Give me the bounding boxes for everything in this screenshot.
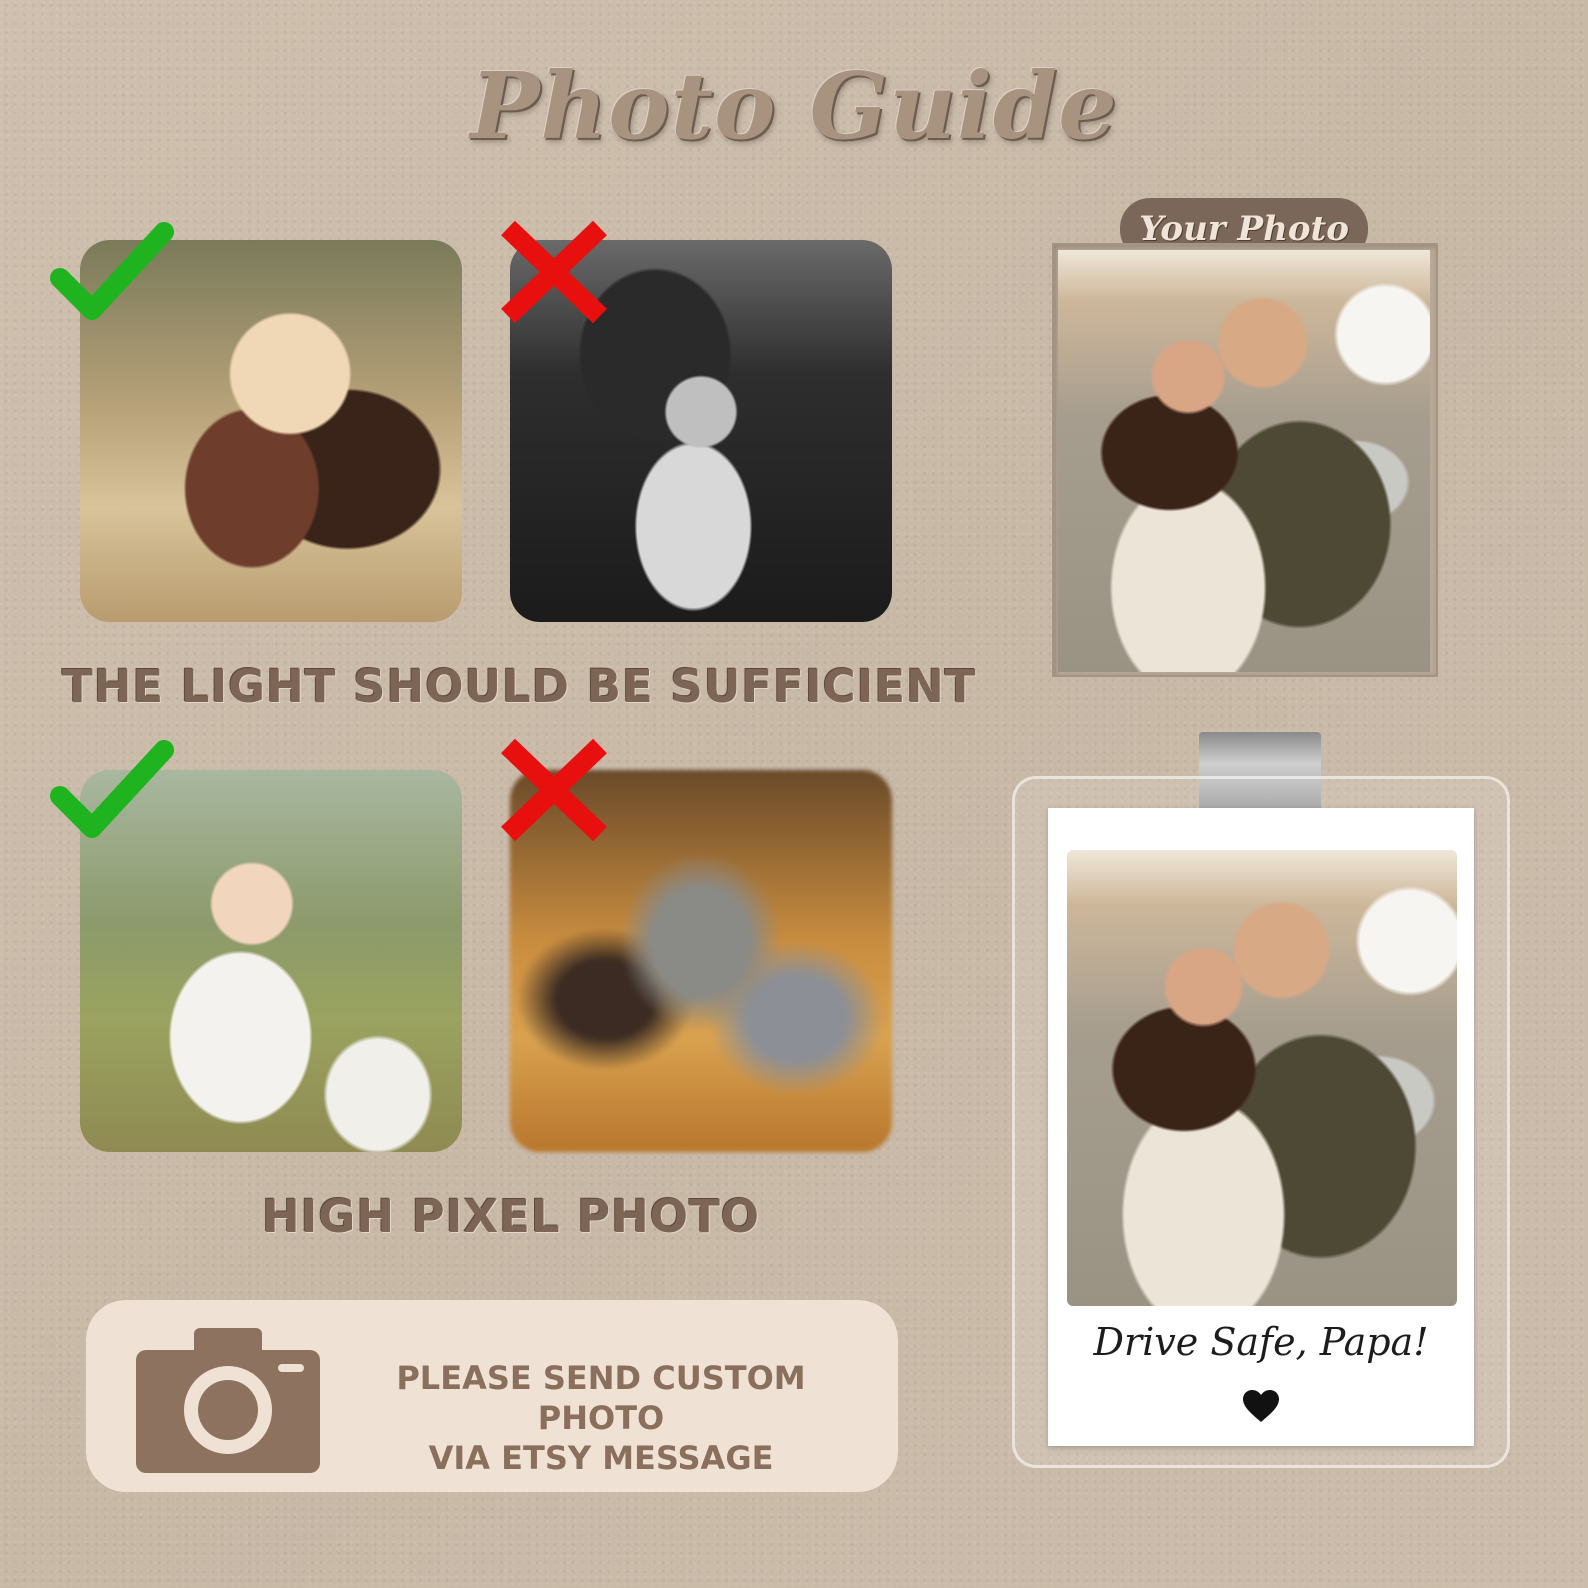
page-title: Photo Guide [470, 52, 1118, 160]
pixel-caption: HIGH PIXEL PHOTO [262, 1190, 761, 1243]
check-icon [50, 222, 174, 320]
card-message: Drive Safe, Papa! [1093, 1320, 1429, 1364]
check-icon [50, 740, 174, 838]
note-line-2: VIA ETSY MESSAGE [428, 1439, 774, 1477]
note-text: PLEASE SEND CUSTOM PHOTO VIA ETSY MESSAG… [331, 1358, 871, 1478]
card-photo-image [1067, 850, 1457, 1306]
cross-icon [501, 220, 607, 324]
your-photo-image [1058, 250, 1430, 672]
message-note-panel: PLEASE SEND CUSTOM PHOTO VIA ETSY MESSAG… [86, 1300, 898, 1492]
light-caption: THE LIGHT SHOULD BE SUFFICIENT [62, 660, 977, 713]
note-line-1: PLEASE SEND CUSTOM PHOTO [396, 1359, 806, 1437]
cross-icon [501, 738, 607, 842]
heart-icon [1243, 1390, 1279, 1422]
camera-icon [136, 1328, 320, 1473]
